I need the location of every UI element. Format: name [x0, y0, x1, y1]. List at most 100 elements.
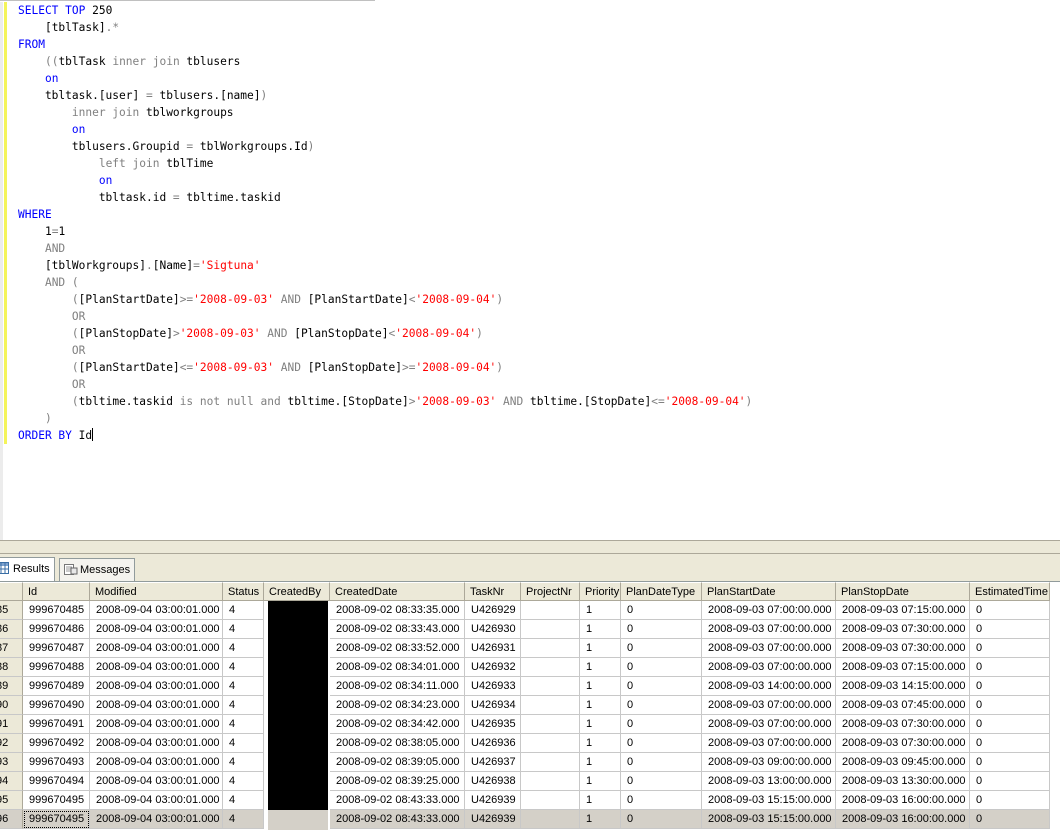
- cell-plandatetype[interactable]: 0: [621, 772, 702, 791]
- cell-tasknr[interactable]: U426934: [465, 696, 521, 715]
- cell-planstopdate[interactable]: 2008-09-03 16:00:00.000: [836, 810, 970, 829]
- table-row[interactable]: 91 9996704912008-09-04 03:00:01.0004 2008-…: [0, 715, 1060, 735]
- cell-projectnr[interactable]: [521, 677, 580, 696]
- cell-status[interactable]: 4: [223, 658, 264, 677]
- cell-createddate[interactable]: 2008-09-02 08:34:01.000: [330, 658, 465, 677]
- cell-priority[interactable]: 1: [580, 715, 621, 734]
- column-header-tasknr[interactable]: TaskNr: [465, 582, 521, 601]
- cell-planstopdate[interactable]: 2008-09-03 14:15:00.000: [836, 677, 970, 696]
- cell-projectnr[interactable]: [521, 620, 580, 639]
- cell-modified[interactable]: 2008-09-04 03:00:01.000: [90, 658, 223, 677]
- column-header-planstopdate[interactable]: PlanStopDate: [836, 582, 970, 601]
- cell-projectnr[interactable]: [521, 696, 580, 715]
- cell-planstartdate[interactable]: 2008-09-03 07:00:00.000: [702, 658, 836, 677]
- cell-planstartdate[interactable]: 2008-09-03 07:00:00.000: [702, 620, 836, 639]
- cell-id[interactable]: 999670485: [23, 601, 90, 620]
- table-row[interactable]: 90 9996704902008-09-04 03:00:01.0004 2008-…: [0, 696, 1060, 716]
- cell-plandatetype[interactable]: 0: [621, 696, 702, 715]
- row-number[interactable]: 95: [0, 791, 23, 810]
- cell-createddate[interactable]: 2008-09-02 08:43:33.000: [330, 810, 465, 829]
- cell-planstartdate[interactable]: 2008-09-03 09:00:00.000: [702, 753, 836, 772]
- cell-plandatetype[interactable]: 0: [621, 810, 702, 829]
- column-header-planstartdate[interactable]: PlanStartDate: [702, 582, 836, 601]
- cell-plandatetype[interactable]: 0: [621, 601, 702, 620]
- row-number[interactable]: 93: [0, 753, 23, 772]
- cell-modified[interactable]: 2008-09-04 03:00:01.000: [90, 677, 223, 696]
- cell-modified[interactable]: 2008-09-04 03:00:01.000: [90, 791, 223, 810]
- row-number[interactable]: 86: [0, 620, 23, 639]
- cell-tasknr[interactable]: U426932: [465, 658, 521, 677]
- cell-createddate[interactable]: 2008-09-02 08:43:33.000: [330, 791, 465, 810]
- cell-projectnr[interactable]: [521, 810, 580, 829]
- cell-modified[interactable]: 2008-09-04 03:00:01.000: [90, 753, 223, 772]
- row-number[interactable]: 92: [0, 734, 23, 753]
- cell-createddate[interactable]: 2008-09-02 08:33:35.000: [330, 601, 465, 620]
- cell-planstopdate[interactable]: 2008-09-03 07:30:00.000: [836, 715, 970, 734]
- cell-tasknr[interactable]: U426931: [465, 639, 521, 658]
- column-header-priority[interactable]: Priority: [580, 582, 621, 601]
- cell-estimatedtime[interactable]: 0: [970, 677, 1050, 696]
- cell-id[interactable]: 999670494: [23, 772, 90, 791]
- cell-plandatetype[interactable]: 0: [621, 639, 702, 658]
- cell-modified[interactable]: 2008-09-04 03:00:01.000: [90, 639, 223, 658]
- cell-plandatetype[interactable]: 0: [621, 658, 702, 677]
- cell-priority[interactable]: 1: [580, 753, 621, 772]
- cell-planstopdate[interactable]: 2008-09-03 07:30:00.000: [836, 639, 970, 658]
- cell-planstopdate[interactable]: 2008-09-03 07:30:00.000: [836, 734, 970, 753]
- cell-modified[interactable]: 2008-09-04 03:00:01.000: [90, 696, 223, 715]
- table-row[interactable]: 92 9996704922008-09-04 03:00:01.0004 2008-…: [0, 734, 1060, 754]
- cell-planstartdate[interactable]: 2008-09-03 07:00:00.000: [702, 715, 836, 734]
- cell-plandatetype[interactable]: 0: [621, 791, 702, 810]
- column-header-estimatedtime[interactable]: EstimatedTime: [970, 582, 1050, 601]
- cell-id[interactable]: 999670495: [23, 791, 90, 810]
- cell-planstartdate[interactable]: 2008-09-03 07:00:00.000: [702, 696, 836, 715]
- tab-messages[interactable]: Messages: [59, 558, 136, 581]
- cell-priority[interactable]: 1: [580, 601, 621, 620]
- cell-projectnr[interactable]: [521, 715, 580, 734]
- cell-status[interactable]: 4: [223, 620, 264, 639]
- cell-priority[interactable]: 1: [580, 810, 621, 829]
- cell-projectnr[interactable]: [521, 658, 580, 677]
- row-number[interactable]: 88: [0, 658, 23, 677]
- cell-planstopdate[interactable]: 2008-09-03 07:45:00.000: [836, 696, 970, 715]
- cell-id[interactable]: 999670487: [23, 639, 90, 658]
- cell-createddate[interactable]: 2008-09-02 08:33:52.000: [330, 639, 465, 658]
- row-number[interactable]: 90: [0, 696, 23, 715]
- cell-projectnr[interactable]: [521, 601, 580, 620]
- table-row[interactable]: 85 9996704852008-09-04 03:00:01.0004 2008-…: [0, 601, 1060, 621]
- cell-projectnr[interactable]: [521, 734, 580, 753]
- cell-plandatetype[interactable]: 0: [621, 715, 702, 734]
- cell-tasknr[interactable]: U426933: [465, 677, 521, 696]
- cell-modified[interactable]: 2008-09-04 03:00:01.000: [90, 601, 223, 620]
- cell-id[interactable]: 999670490: [23, 696, 90, 715]
- cell-projectnr[interactable]: [521, 791, 580, 810]
- cell-estimatedtime[interactable]: 0: [970, 810, 1050, 829]
- cell-tasknr[interactable]: U426929: [465, 601, 521, 620]
- table-row[interactable]: 94 9996704942008-09-04 03:00:01.0004 2008-…: [0, 772, 1060, 792]
- cell-status[interactable]: 4: [223, 639, 264, 658]
- cell-id[interactable]: 999670488: [23, 658, 90, 677]
- cell-createddate[interactable]: 2008-09-02 08:39:05.000: [330, 753, 465, 772]
- cell-planstartdate[interactable]: 2008-09-03 15:15:00.000: [702, 810, 836, 829]
- cell-createddate[interactable]: 2008-09-02 08:34:11.000: [330, 677, 465, 696]
- cell-status[interactable]: 4: [223, 715, 264, 734]
- cell-status[interactable]: 4: [223, 696, 264, 715]
- cell-tasknr[interactable]: U426930: [465, 620, 521, 639]
- cell-id[interactable]: 999670492: [23, 734, 90, 753]
- cell-status[interactable]: 4: [223, 753, 264, 772]
- row-number[interactable]: 91: [0, 715, 23, 734]
- cell-priority[interactable]: 1: [580, 734, 621, 753]
- row-number[interactable]: 94: [0, 772, 23, 791]
- cell-planstopdate[interactable]: 2008-09-03 09:45:00.000: [836, 753, 970, 772]
- cell-estimatedtime[interactable]: 0: [970, 791, 1050, 810]
- column-header-projectnr[interactable]: ProjectNr: [521, 582, 580, 601]
- cell-projectnr[interactable]: [521, 772, 580, 791]
- cell-planstartdate[interactable]: 2008-09-03 13:00:00.000: [702, 772, 836, 791]
- cell-planstartdate[interactable]: 2008-09-03 07:00:00.000: [702, 601, 836, 620]
- cell-id[interactable]: 999670495: [23, 810, 90, 829]
- row-number[interactable]: 96: [0, 810, 23, 829]
- row-number[interactable]: 85: [0, 601, 23, 620]
- cell-plandatetype[interactable]: 0: [621, 753, 702, 772]
- cell-plandatetype[interactable]: 0: [621, 677, 702, 696]
- cell-status[interactable]: 4: [223, 601, 264, 620]
